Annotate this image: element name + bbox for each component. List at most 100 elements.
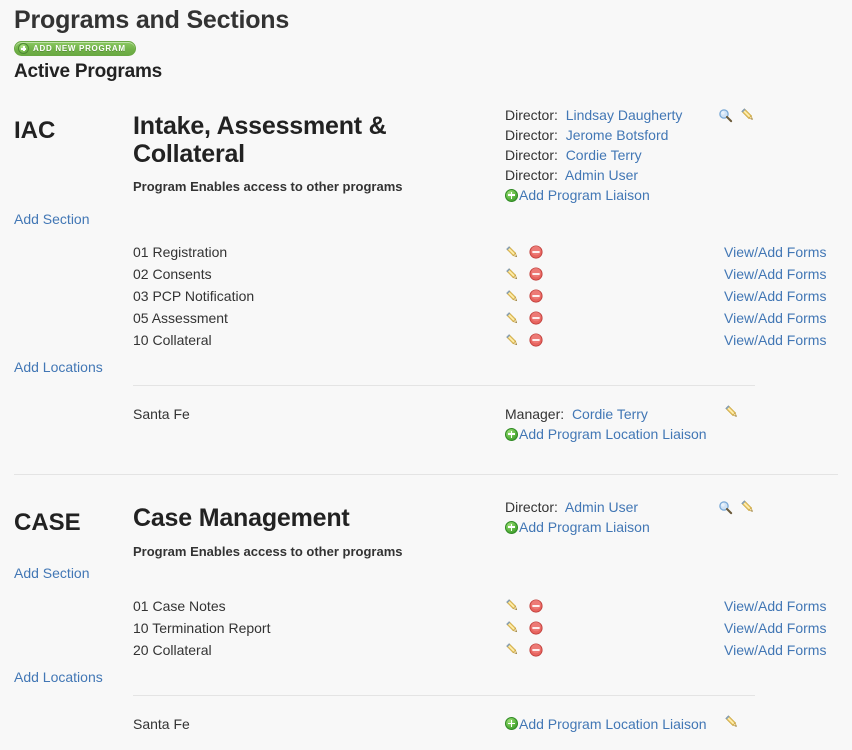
section-name: 03 PCP Notification [133, 288, 255, 304]
add-section-link[interactable]: Add Section [14, 211, 90, 227]
view-add-forms-link[interactable]: View/Add Forms [724, 244, 826, 260]
section-forms-cell: View/Add Forms [718, 266, 852, 282]
add-section-link[interactable]: Add Section [14, 565, 90, 581]
section-actions [505, 333, 718, 348]
pencil-icon[interactable] [505, 620, 520, 635]
pencil-icon[interactable] [740, 499, 756, 515]
section-name: 02 Consents [133, 266, 212, 282]
pencil-icon[interactable] [724, 404, 740, 420]
section-actions [505, 620, 718, 635]
program-block: IAC Intake, Assessment & Collateral Prog… [0, 83, 852, 444]
magnifier-icon[interactable] [718, 108, 733, 123]
directors-list: Director: Admin User [505, 497, 718, 517]
view-add-forms-link[interactable]: View/Add Forms [724, 598, 826, 614]
program-actions [718, 105, 852, 123]
view-add-forms-link[interactable]: View/Add Forms [724, 310, 826, 326]
program-name: Case Management [133, 504, 350, 532]
add-program-liaison-link[interactable]: Add Program Liaison [505, 517, 718, 537]
section-row: 01 Case Notes View/Add Forms [0, 595, 852, 617]
section-actions [505, 642, 718, 657]
pencil-icon[interactable] [505, 333, 520, 348]
pencil-icon[interactable] [505, 311, 520, 326]
view-add-forms-link[interactable]: View/Add Forms [724, 288, 826, 304]
program-note: Program Enables access to other programs [133, 179, 403, 194]
add-new-program-button[interactable]: Add New Program [14, 41, 136, 56]
pencil-icon[interactable] [505, 598, 520, 613]
location-actions [718, 714, 852, 735]
director-name-link[interactable]: Jerome Botsford [566, 127, 669, 143]
manager-label: Manager: [505, 406, 569, 422]
program-main-column: Case Management Program Enables access t… [133, 497, 505, 559]
programs-and-sections-page: Programs and Sections Add New Program Ac… [0, 0, 852, 750]
add-program-location-liaison-link[interactable]: Add Program Location Liaison [505, 714, 707, 734]
plus-circle-icon [505, 520, 518, 534]
add-section-wrap: Add Section [0, 559, 133, 583]
add-program-location-liaison-label: Add Program Location Liaison [519, 715, 707, 732]
director-name-link[interactable]: Cordie Terry [566, 147, 642, 163]
section-row: 10 Collateral View/Add Forms [0, 329, 852, 351]
locations-list: Santa Fe Manager: Cordie Terry Add Progr… [0, 386, 852, 444]
section-row: 10 Termination Report View/Add Forms [0, 617, 852, 639]
add-program-liaison-link[interactable]: Add Program Liaison [505, 185, 718, 205]
program-main-column: Intake, Assessment & Collateral Program … [133, 105, 505, 194]
director-line: Director: Admin User [505, 165, 718, 185]
delete-circle-icon[interactable] [529, 333, 543, 347]
pencil-icon[interactable] [505, 642, 520, 657]
programs-list: IAC Intake, Assessment & Collateral Prog… [0, 83, 852, 735]
add-program-liaison-label: Add Program Liaison [519, 519, 650, 535]
view-add-forms-link[interactable]: View/Add Forms [724, 620, 826, 636]
manager-name-link[interactable]: Cordie Terry [572, 406, 648, 422]
add-locations-link[interactable]: Add Locations [14, 359, 103, 375]
section-name: 20 Collateral [133, 641, 212, 658]
program-note: Program Enables access to other programs [133, 543, 403, 559]
director-label: Director: [505, 167, 562, 183]
director-name-link[interactable]: Lindsay Daugherty [566, 107, 683, 123]
delete-circle-icon[interactable] [529, 289, 543, 303]
pencil-icon[interactable] [505, 289, 520, 304]
program-actions [718, 497, 852, 515]
director-name-link[interactable]: Admin User [565, 499, 638, 515]
director-label: Director: [505, 107, 562, 123]
delete-circle-icon[interactable] [529, 620, 543, 635]
director-name-link[interactable]: Admin User [565, 167, 638, 183]
pencil-icon[interactable] [740, 107, 756, 123]
directors-list: Director: Lindsay Daugherty Director: Je… [505, 105, 718, 185]
section-row: 02 Consents View/Add Forms [0, 263, 852, 285]
location-info: Add Program Location Liaison [505, 714, 718, 734]
add-locations-link[interactable]: Add Locations [14, 669, 103, 685]
plus-circle-icon [18, 43, 29, 54]
location-manager-line: Manager: Cordie Terry [505, 404, 718, 424]
view-add-forms-link[interactable]: View/Add Forms [724, 332, 826, 348]
add-locations-wrap: Add Locations [0, 351, 133, 377]
add-locations-wrap: Add Locations [0, 661, 133, 687]
view-add-forms-link[interactable]: View/Add Forms [724, 266, 826, 282]
section-forms-cell: View/Add Forms [718, 642, 852, 658]
delete-circle-icon[interactable] [529, 267, 543, 281]
location-name: Santa Fe [133, 406, 190, 422]
add-program-location-liaison-label: Add Program Location Liaison [519, 426, 707, 442]
delete-circle-icon[interactable] [529, 245, 543, 259]
add-section-wrap: Add Section [0, 205, 133, 229]
director-line: Director: Jerome Botsford [505, 125, 718, 145]
program-name: Intake, Assessment & Collateral [133, 112, 387, 168]
section-name: 10 Collateral [133, 332, 212, 348]
delete-circle-icon[interactable] [529, 598, 543, 613]
delete-circle-icon[interactable] [529, 642, 543, 657]
page-title: Programs and Sections [14, 6, 290, 34]
delete-circle-icon[interactable] [529, 311, 543, 325]
section-forms-cell: View/Add Forms [718, 620, 852, 636]
sections-list: 01 Case Notes View/Add Forms 10 Terminat… [0, 595, 852, 661]
pencil-icon[interactable] [724, 714, 740, 730]
magnifier-icon[interactable] [718, 500, 733, 515]
add-program-liaison-label: Add Program Liaison [519, 187, 650, 203]
program-left-column: CASE [0, 497, 133, 535]
pencil-icon[interactable] [505, 245, 520, 260]
section-row: 20 Collateral View/Add Forms [0, 639, 852, 661]
section-actions [505, 598, 718, 613]
location-actions [718, 404, 852, 425]
view-add-forms-link[interactable]: View/Add Forms [724, 642, 826, 658]
section-forms-cell: View/Add Forms [718, 310, 852, 326]
add-program-location-liaison-link[interactable]: Add Program Location Liaison [505, 424, 718, 444]
section-actions [505, 267, 718, 282]
pencil-icon[interactable] [505, 267, 520, 282]
